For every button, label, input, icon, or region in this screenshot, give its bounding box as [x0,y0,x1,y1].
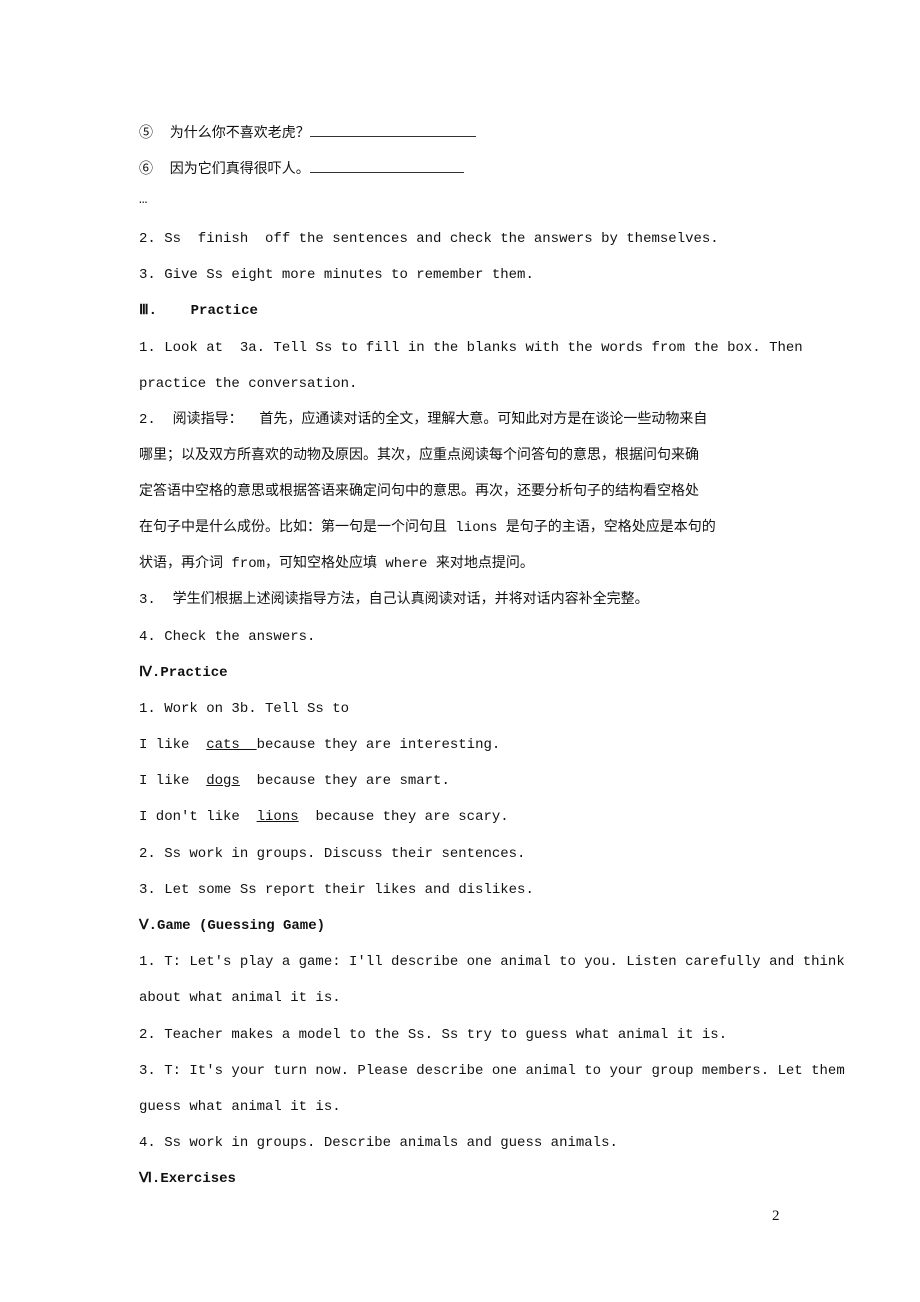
text-segment: 4. Check the answers. [139,629,316,645]
text-segment: 状语，再介词 from，可知空格处应填 where 来对地点提问。 [139,556,534,572]
underlined-word: lions [256,809,299,825]
text-line: 4. Check the answers. [139,627,315,647]
text-line: ⑤ 为什么你不喜欢老虎？ [139,122,476,144]
text-segment: I don't like [139,809,257,825]
text-segment: 1. T: Let's play a game: I'll describe o… [139,954,845,970]
text-segment: 定答语中空格的意思或根据答语来确定问句中的意思。再次，还要分析句子的结构看空格处 [139,484,699,500]
text-line: 定答语中空格的意思或根据答语来确定问句中的意思。再次，还要分析句子的结构看空格处 [139,482,699,502]
answer-blank [309,122,476,137]
section-heading: Ⅵ.Exercises [139,1169,236,1189]
text-segment: 1. Look at 3a. Tell Ss to fill in the bl… [139,340,803,356]
text-segment: Ⅵ.Exercises [139,1171,236,1187]
text-segment: Ⅳ.Practice [139,665,228,681]
text-segment: 2. 阅读指导： 首先，应通读对话的全文，理解大意。可知此对方是在谈论一些动物来… [139,412,708,428]
text-line: practice the conversation. [139,374,357,394]
text-line: 3. Let some Ss report their likes and di… [139,880,534,900]
text-line: 1. Work on 3b. Tell Ss to [139,699,349,719]
text-segment: 2. Teacher makes a model to the Ss. Ss t… [139,1027,728,1043]
text-segment: I like [139,737,207,753]
text-segment: about what animal it is. [139,990,341,1006]
text-line: 1. T: Let's play a game: I'll describe o… [139,952,845,972]
answer-blank [309,158,464,173]
text-line: 2. 阅读指导： 首先，应通读对话的全文，理解大意。可知此对方是在谈论一些动物来… [139,410,707,430]
text-line: I like dogs because they are smart. [139,771,450,791]
text-line: 2. Teacher makes a model to the Ss. Ss t… [139,1025,727,1045]
text-line: I like cats because they are interesting… [139,735,500,755]
text-segment: I like [139,773,207,789]
text-line: 3. 学生们根据上述阅读指导方法，自己认真阅读对话，并将对话内容补全完整。 [139,590,649,610]
text-segment: 4. Ss work in groups. Describe animals a… [139,1135,618,1151]
text-segment: 哪里；以及双方所喜欢的动物及原因。其次，应重点阅读每个问答句的意思，根据问句来确 [139,448,699,464]
text-line: 1. Look at 3a. Tell Ss to fill in the bl… [139,338,803,358]
text-line: 4. Ss work in groups. Describe animals a… [139,1133,618,1153]
text-line: 2. Ss work in groups. Discuss their sent… [139,844,525,864]
text-line: 2. Ss finish off the sentences and check… [139,229,719,249]
text-segment: 在句子中是什么成份。比如：第一句是一个问句且 lions 是句子的主语，空格处应… [139,520,716,536]
text-line: ⑥ 因为它们真得很吓人。 [139,158,464,180]
text-line: 哪里；以及双方所喜欢的动物及原因。其次，应重点阅读每个问答句的意思，根据问句来确 [139,446,699,466]
text-segment: practice the conversation. [139,376,358,392]
text-line: I don't like lions because they are scar… [139,807,509,827]
text-segment: 3. Let some Ss report their likes and di… [139,882,534,898]
text-segment: ⑥ 因为它们真得很吓人。 [139,162,310,178]
text-line: … [139,190,147,210]
text-segment: 3. T: It's your turn now. Please describ… [139,1063,845,1079]
section-heading: Ⅲ. Practice [139,301,258,321]
text-segment: guess what animal it is. [139,1099,341,1115]
text-segment: Ⅲ. Practice [139,303,258,319]
underlined-word: dogs [206,773,240,789]
text-segment: 2. Ss finish off the sentences and check… [139,231,719,247]
text-line: 在句子中是什么成份。比如：第一句是一个问句且 lions 是句子的主语，空格处应… [139,518,716,538]
page-number: 2 [772,1208,780,1224]
text-segment: 2. Ss work in groups. Discuss their sent… [139,846,526,862]
text-segment: … [139,192,148,208]
text-segment: because they are smart. [239,773,450,789]
text-segment: 3. 学生们根据上述阅读指导方法，自己认真阅读对话，并将对话内容补全完整。 [139,592,649,608]
section-heading: Ⅴ.Game (Guessing Game) [139,916,325,936]
text-line: guess what animal it is. [139,1097,341,1117]
text-line: 3. Give Ss eight more minutes to remembe… [139,265,534,285]
text-line: 3. T: It's your turn now. Please describ… [139,1061,845,1081]
text-line: 状语，再介词 from，可知空格处应填 where 来对地点提问。 [139,554,534,574]
text-segment: because they are scary. [298,809,509,825]
text-segment: because they are interesting. [256,737,501,753]
text-segment: ⑤ 为什么你不喜欢老虎？ [139,126,310,142]
text-segment: 3. Give Ss eight more minutes to remembe… [139,267,534,283]
section-heading: Ⅳ.Practice [139,663,228,683]
text-segment: Ⅴ.Game (Guessing Game) [139,918,326,934]
text-segment: 1. Work on 3b. Tell Ss to [139,701,350,717]
text-line: about what animal it is. [139,988,341,1008]
underlined-word: cats [206,737,257,753]
